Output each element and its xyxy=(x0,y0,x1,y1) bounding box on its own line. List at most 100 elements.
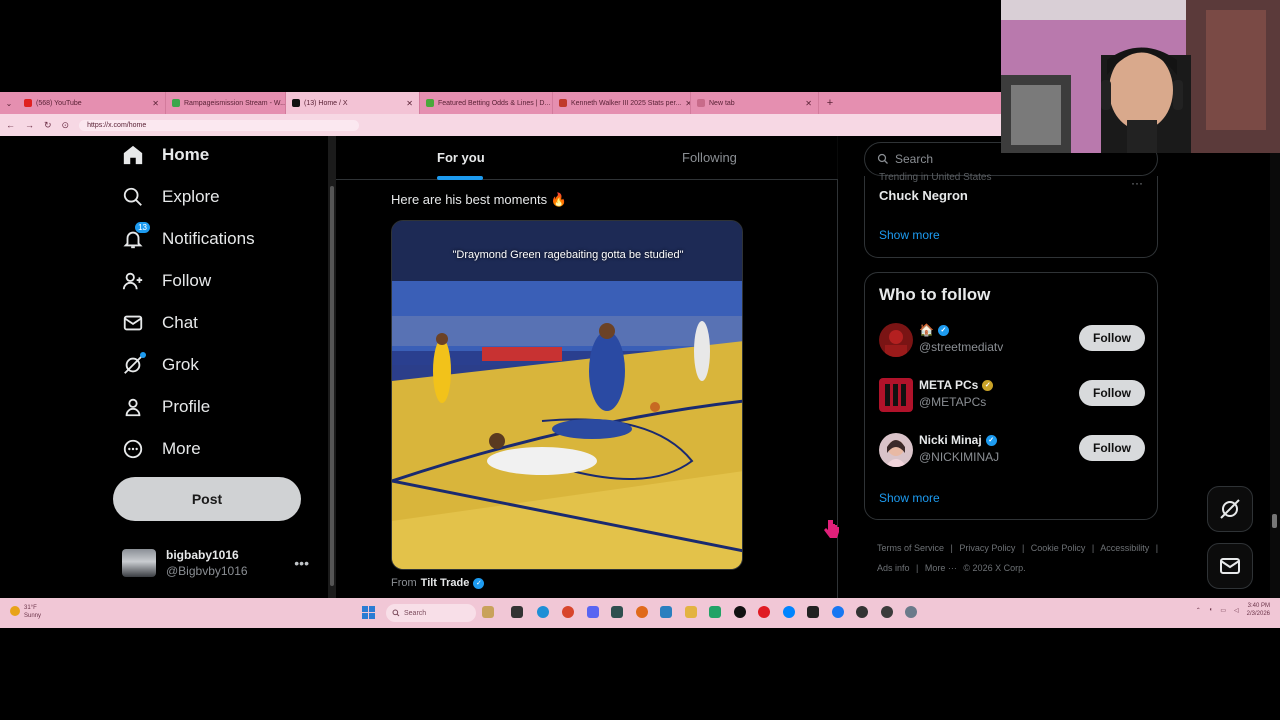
user-name: Nicki Minaj xyxy=(919,433,982,447)
taskbar-search[interactable]: Search xyxy=(386,604,476,622)
browser-tab[interactable]: Rampageismission Stream - W... ✕ xyxy=(166,92,286,114)
browser-tab[interactable]: New tab ✕ xyxy=(691,92,819,114)
ads-info-link[interactable]: Ads info xyxy=(877,563,910,573)
clock[interactable]: 3:40 PM 2/3/2026 xyxy=(1247,602,1270,618)
obs-icon[interactable] xyxy=(881,606,893,618)
copyright: © 2026 X Corp. xyxy=(963,563,1026,573)
firefox-icon[interactable] xyxy=(636,606,648,618)
follow-button[interactable]: Follow xyxy=(1079,380,1145,406)
network-icon[interactable]: ▭ xyxy=(1220,607,1226,614)
capcut-icon[interactable] xyxy=(807,606,819,618)
from-label: From xyxy=(391,577,417,589)
reload-icon[interactable]: ↻ xyxy=(44,120,52,131)
browser-tab[interactable]: Featured Betting Odds & Lines | D... ✕ xyxy=(420,92,553,114)
chrome-icon[interactable] xyxy=(562,606,574,618)
browser-tab-active[interactable]: (13) Home / X ✕ xyxy=(286,92,420,114)
home-icon xyxy=(120,142,146,168)
discord-icon[interactable] xyxy=(587,606,599,618)
url-field[interactable]: https://x.com/home xyxy=(79,119,360,131)
system-tray: ⌃ ◖ ▭ ◁ 3:40 PM 2/3/2026 xyxy=(1196,602,1270,618)
clock-time: 3:40 PM xyxy=(1247,603,1270,609)
privacy-link[interactable]: Privacy Policy xyxy=(959,543,1015,553)
nav-notifications[interactable]: 13 Notifications xyxy=(120,222,255,255)
footer-more-link[interactable]: More ··· xyxy=(925,563,957,573)
left-scrollbar[interactable] xyxy=(328,136,336,598)
messages-float-button[interactable] xyxy=(1207,543,1253,589)
photos-icon[interactable] xyxy=(660,606,672,618)
edge-icon[interactable] xyxy=(537,606,549,618)
tiktok-icon[interactable] xyxy=(734,606,746,618)
nav-explore[interactable]: Explore xyxy=(120,181,220,213)
who-to-follow-show-more-link[interactable]: Show more xyxy=(879,491,940,505)
scrollbar-thumb[interactable] xyxy=(330,186,334,586)
nav-home[interactable]: Home xyxy=(120,139,209,171)
weather-widget[interactable]: 31°F Sunny xyxy=(10,604,41,620)
who-to-follow-title: Who to follow xyxy=(879,285,991,304)
settings-gear-icon[interactable] xyxy=(905,606,917,618)
forward-arrow-icon[interactable]: → xyxy=(25,120,34,130)
mic-icon[interactable]: ◖ xyxy=(1209,607,1213,613)
back-arrow-icon[interactable]: ← xyxy=(6,120,15,130)
tab-list-chevron-icon[interactable]: ⌄ xyxy=(0,92,18,114)
nav-grok[interactable]: Grok xyxy=(120,349,199,381)
x-favicon-icon xyxy=(292,99,300,107)
opera-icon[interactable] xyxy=(758,606,770,618)
volume-icon[interactable]: ◁ xyxy=(1234,607,1239,614)
nav-label: Home xyxy=(162,145,210,164)
scrollbar-thumb[interactable] xyxy=(1272,514,1277,528)
nav-profile[interactable]: Profile xyxy=(120,391,210,423)
page-scrollbar[interactable] xyxy=(1270,136,1280,598)
trend-name[interactable]: Chuck Negron xyxy=(879,188,968,203)
betting-favicon-icon xyxy=(426,99,434,107)
follow-suggestion[interactable]: 🏠 ✓ @streetmediatv Follow xyxy=(879,321,1145,361)
tab-following[interactable]: Following xyxy=(682,150,737,165)
cookie-link[interactable]: Cookie Policy xyxy=(1031,543,1086,553)
tweet-video[interactable]: "Draymond Green ragebaiting gotta be stu… xyxy=(391,220,743,570)
chevron-up-icon[interactable]: ⌃ xyxy=(1196,607,1201,614)
follow-button[interactable]: Follow xyxy=(1079,435,1145,461)
nav-chat[interactable]: Chat xyxy=(120,307,198,339)
browser-tab[interactable]: (568) YouTube ✕ xyxy=(18,92,166,114)
terms-link[interactable]: Terms of Service xyxy=(877,543,944,553)
avatar xyxy=(122,549,156,577)
nav-follow[interactable]: Follow xyxy=(120,265,211,297)
nav-more[interactable]: More xyxy=(120,433,201,465)
widgets-icon[interactable] xyxy=(482,606,494,618)
app-icon[interactable] xyxy=(856,606,868,618)
verified-badge-icon: ✓ xyxy=(985,434,997,446)
grok-icon xyxy=(1220,499,1240,519)
follow-suggestion[interactable]: META PCs ✓ @METAPCs Follow xyxy=(879,376,1145,416)
weather-temp: 31°F xyxy=(24,605,37,611)
grok-float-button[interactable] xyxy=(1207,486,1253,532)
source-name[interactable]: Tilt Trade xyxy=(421,577,470,589)
close-tab-icon[interactable]: ✕ xyxy=(152,99,159,108)
file-explorer-icon[interactable] xyxy=(685,606,697,618)
browser-tab[interactable]: Kenneth Walker III 2025 Stats per... ✕ xyxy=(553,92,691,114)
trend-more-icon[interactable]: ··· xyxy=(1131,176,1143,190)
account-switcher[interactable]: bigbaby1016 @Bigbvby1016 ••• xyxy=(122,543,317,583)
avatar xyxy=(879,323,913,357)
follow-suggestion[interactable]: Nicki Minaj ✓ @NICKIMINAJ Follow xyxy=(879,431,1145,471)
excel-icon[interactable] xyxy=(709,606,721,618)
avatar xyxy=(879,433,913,467)
site-info-icon[interactable]: ⊙ xyxy=(62,120,70,131)
messenger-icon[interactable] xyxy=(783,606,795,618)
tab-title: Kenneth Walker III 2025 Stats per... xyxy=(571,99,682,107)
person-icon xyxy=(120,394,146,420)
app-icon[interactable] xyxy=(611,606,623,618)
facebook-icon[interactable] xyxy=(832,606,844,618)
account-more-icon[interactable]: ••• xyxy=(294,555,309,571)
close-tab-icon[interactable]: ✕ xyxy=(406,99,413,108)
new-tab-button[interactable]: + xyxy=(819,97,841,109)
streamer-webcam-image xyxy=(1001,0,1280,153)
post-button[interactable]: Post xyxy=(113,477,301,521)
tab-for-you[interactable]: For you xyxy=(437,150,485,165)
trends-show-more-link[interactable]: Show more xyxy=(879,228,940,242)
windows-start-icon[interactable] xyxy=(362,606,375,619)
follow-button[interactable]: Follow xyxy=(1079,325,1145,351)
user-name-row: META PCs ✓ xyxy=(919,378,994,392)
task-view-icon[interactable] xyxy=(511,606,523,618)
pointer-hand-cursor-icon xyxy=(824,520,839,538)
close-tab-icon[interactable]: ✕ xyxy=(805,99,812,108)
accessibility-link[interactable]: Accessibility xyxy=(1100,543,1149,553)
